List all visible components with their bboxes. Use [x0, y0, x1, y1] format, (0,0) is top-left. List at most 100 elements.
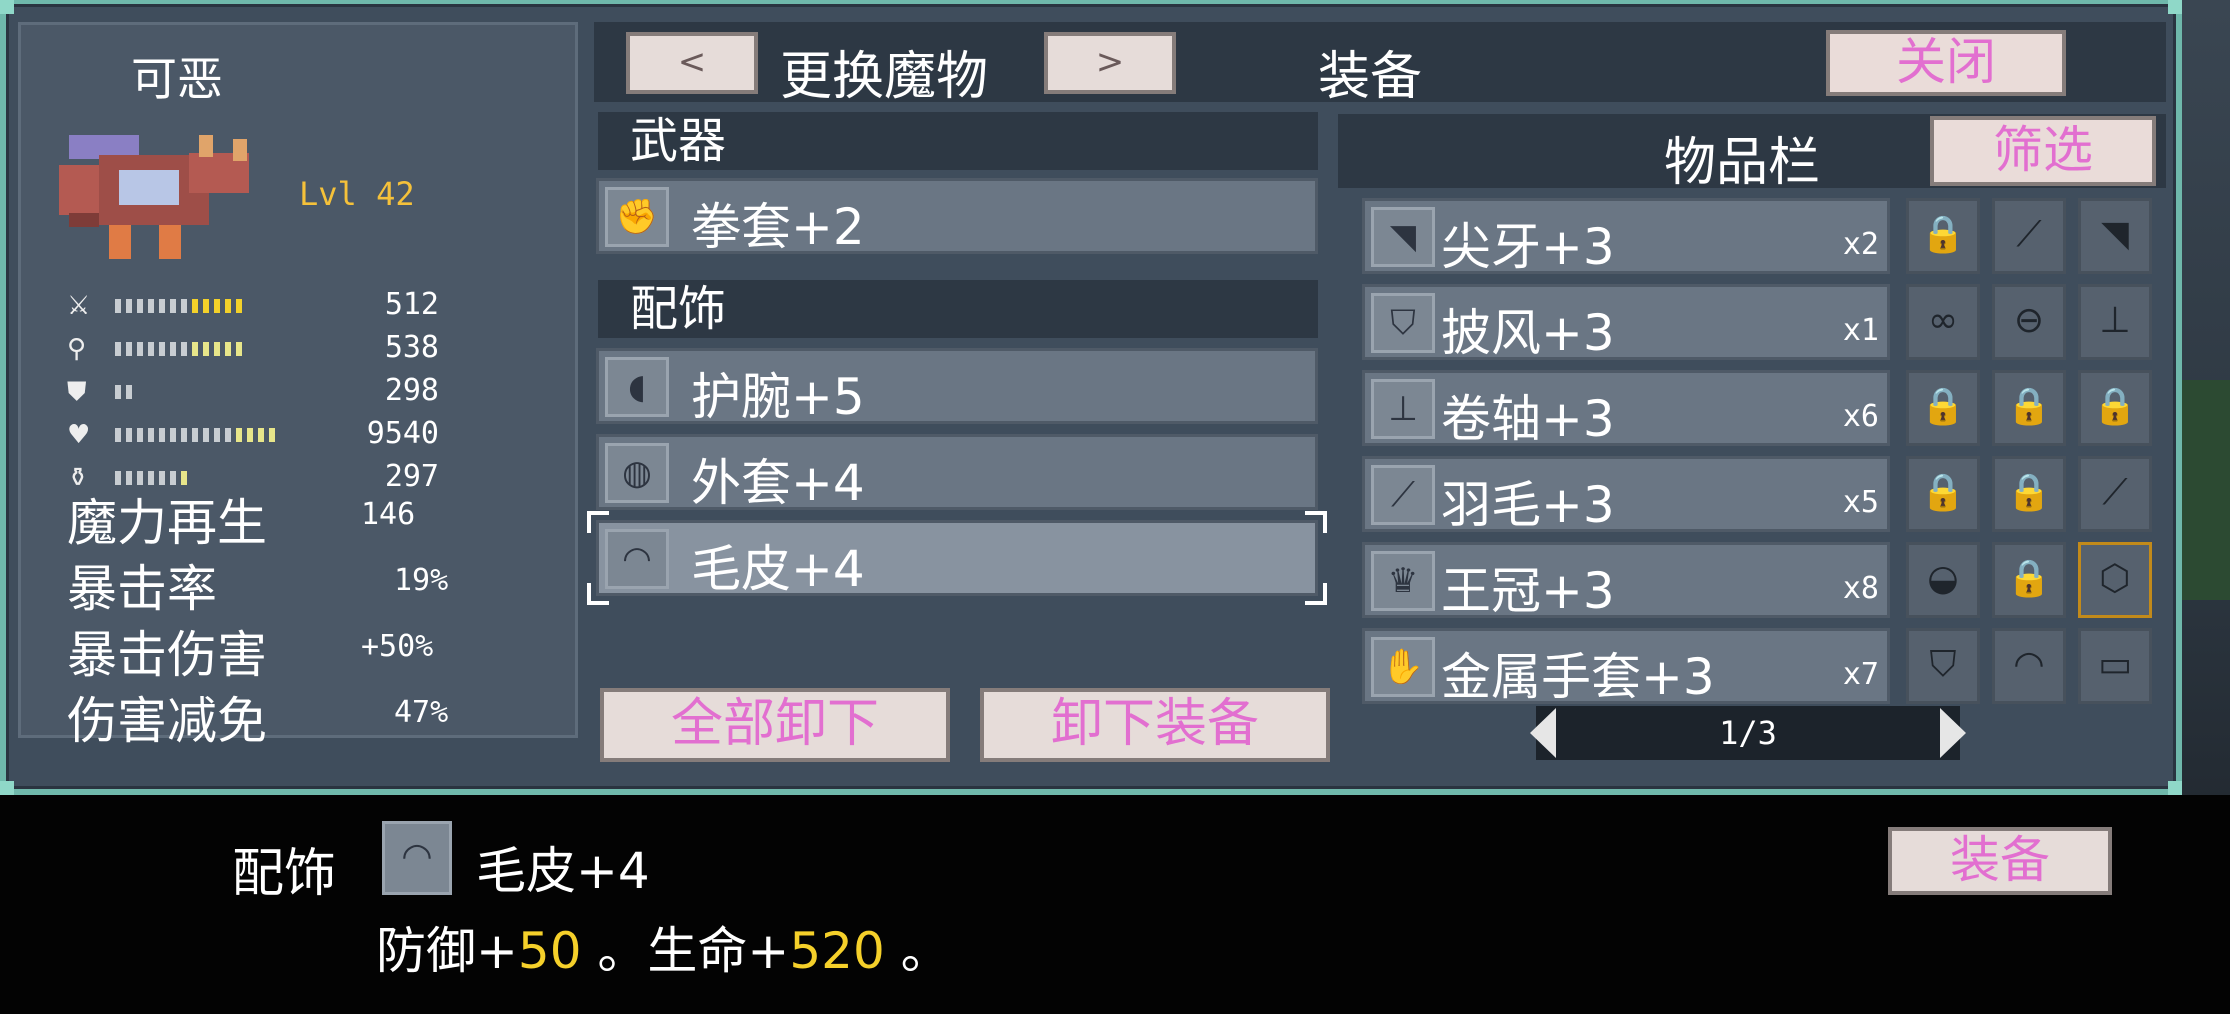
stat-row: ⚲ 538: [49, 330, 569, 370]
shield-icon: ⛊: [67, 377, 87, 407]
header-bar: < 更换魔物 > 装备 关闭: [594, 22, 2166, 107]
bracelet-icon[interactable]: ∞: [1906, 284, 1980, 360]
locked-icon[interactable]: 🔒: [1992, 542, 2066, 618]
description-category: 配饰: [232, 844, 337, 904]
attribute-label: 暴击伤害: [67, 626, 267, 684]
stat-bar: [115, 299, 242, 313]
locked-icon[interactable]: 🔒: [1992, 370, 2066, 446]
selection-bracket: [1305, 583, 1327, 605]
wand-icon: ⚲: [67, 334, 87, 364]
locked-icon[interactable]: 🔒: [1906, 198, 1980, 274]
monster-level: Lvl 42: [299, 175, 415, 213]
attribute-row: 暴击率 19%: [49, 549, 569, 618]
monster-sprite: [59, 135, 249, 259]
inventory-item-quantity: x7: [1842, 657, 1879, 692]
fang-icon[interactable]: ◥: [2078, 198, 2152, 274]
weapon-slot[interactable]: ✊ 拳套+2: [596, 178, 1318, 256]
frame-corner: [2168, 781, 2182, 795]
stat-bar: [115, 385, 132, 399]
stat-bar: [115, 342, 242, 356]
accessory-slot-label: 外套+4: [691, 454, 865, 512]
cloak-icon[interactable]: ⛉: [1906, 628, 1980, 704]
stat-row: ⛊ 298: [49, 373, 569, 413]
description-item-name: 毛皮+4: [476, 842, 650, 900]
unequip-button[interactable]: 卸下装备: [980, 688, 1330, 762]
inventory-item-quantity: x5: [1842, 485, 1879, 520]
pager-next-arrow[interactable]: [1940, 708, 1966, 758]
bracer-icon: ◖: [605, 357, 669, 417]
crown-icon: ♛: [1371, 551, 1435, 611]
accessory-slot-1[interactable]: ◖ 护腕+5: [596, 348, 1318, 426]
stat-value: 538: [384, 330, 439, 365]
attribute-value: 47%: [394, 695, 449, 730]
accessory-slot-label: 毛皮+4: [691, 540, 865, 598]
stat-bar: [115, 428, 275, 442]
feather-icon[interactable]: ⟋: [2078, 456, 2152, 532]
inventory-item[interactable]: ✋ 金属手套+3 x7: [1362, 628, 1890, 706]
attribute-value: +50%: [361, 629, 434, 664]
selection-bracket: [587, 511, 609, 533]
close-button[interactable]: 关闭: [1826, 30, 2066, 96]
stat-value: 298: [384, 373, 439, 408]
attribute-value: 146: [361, 497, 416, 532]
stat-row: ⚔ 512: [49, 287, 569, 327]
scroll-icon: ⊥: [1371, 379, 1435, 439]
prev-monster-button[interactable]: <: [626, 32, 758, 94]
inventory-pager: 1/3: [1530, 706, 1966, 760]
inventory-item[interactable]: ⊥ 卷轴+3 x6: [1362, 370, 1890, 448]
inventory-item-name: 羽毛+3: [1441, 476, 1615, 534]
accessory-slot-label: 护腕+5: [691, 368, 865, 426]
effect-defense-label: 防御+: [376, 922, 518, 980]
scroll-icon[interactable]: ⊥: [2078, 284, 2152, 360]
weapon-slot-label: 拳套+2: [691, 198, 865, 256]
cube-icon[interactable]: ⬡: [2078, 542, 2152, 618]
stat-value: 512: [384, 287, 439, 322]
item-description-bar: 配饰 ◠ 毛皮+4 防御+50 。生命+520 。 装备: [0, 795, 2230, 1014]
effect-end: 。: [884, 922, 951, 980]
inventory-item[interactable]: ⟋ 羽毛+3 x5: [1362, 456, 1890, 534]
weapon-heading: 武器: [598, 112, 1318, 170]
shell-icon[interactable]: ◒: [1906, 542, 1980, 618]
locked-icon[interactable]: 🔒: [2078, 370, 2152, 446]
equip-title: 装备: [1318, 47, 1423, 107]
selection-bracket: [587, 583, 609, 605]
accessory-slot-2[interactable]: ◍ 外套+4: [596, 434, 1318, 512]
equip-button[interactable]: 装备: [1888, 827, 2112, 895]
inventory-item-name: 王冠+3: [1441, 562, 1615, 620]
inventory-item[interactable]: ⛉ 披风+3 x1: [1362, 284, 1890, 362]
belt-icon[interactable]: ⊖: [1992, 284, 2066, 360]
monster-name: 可恶: [131, 52, 223, 106]
locked-icon[interactable]: 🔒: [1906, 456, 1980, 532]
fist-icon: ✊: [605, 187, 669, 247]
cloak-icon: ⛉: [1371, 293, 1435, 353]
coat-icon: ◍: [605, 443, 669, 503]
locked-icon[interactable]: 🔒: [1992, 456, 2066, 532]
fur-icon: ◠: [605, 529, 669, 589]
inventory-item-name: 金属手套+3: [1441, 648, 1715, 706]
inventory-item-name: 卷轴+3: [1441, 390, 1615, 448]
attribute-label: 伤害减免: [67, 692, 267, 750]
feather-icon[interactable]: ⟋: [1992, 198, 2066, 274]
switch-monster-label: 更换魔物: [780, 47, 989, 107]
inventory-header: 物品栏 筛选: [1338, 114, 2166, 193]
effect-defense-value: 50: [517, 922, 582, 980]
inventory-item[interactable]: ◥ 尖牙+3 x2: [1362, 198, 1890, 276]
inventory-item-name: 尖牙+3: [1441, 218, 1615, 276]
inventory-item[interactable]: ♛ 王冠+3 x8: [1362, 542, 1890, 620]
book-icon[interactable]: ▭: [2078, 628, 2152, 704]
effect-separator: 。生命+: [581, 922, 790, 980]
monster-panel: 可恶 Lvl 42 ⚔ 512 ⚲ 538 ⛊ 298 ♥ 9540 ⚱ 297 魔力再生 146 暴…: [18, 22, 578, 750]
attribute-label: 暴击率: [67, 560, 217, 618]
frame-corner: [0, 0, 14, 14]
feather-icon: ⟋: [1371, 465, 1435, 525]
next-monster-button[interactable]: >: [1044, 32, 1176, 94]
attribute-row: 魔力再生 146: [49, 483, 569, 552]
fur-icon[interactable]: ◠: [1992, 628, 2066, 704]
attribute-row: 伤害减免 47%: [49, 681, 569, 750]
unequip-all-button[interactable]: 全部卸下: [600, 688, 950, 762]
page-indicator: 1/3: [1719, 714, 1777, 752]
locked-icon[interactable]: 🔒: [1906, 370, 1980, 446]
inventory-item-quantity: x2: [1842, 227, 1879, 262]
filter-button[interactable]: 筛选: [1930, 116, 2156, 186]
accessory-slot-3-selected[interactable]: ◠ 毛皮+4: [587, 511, 1327, 605]
